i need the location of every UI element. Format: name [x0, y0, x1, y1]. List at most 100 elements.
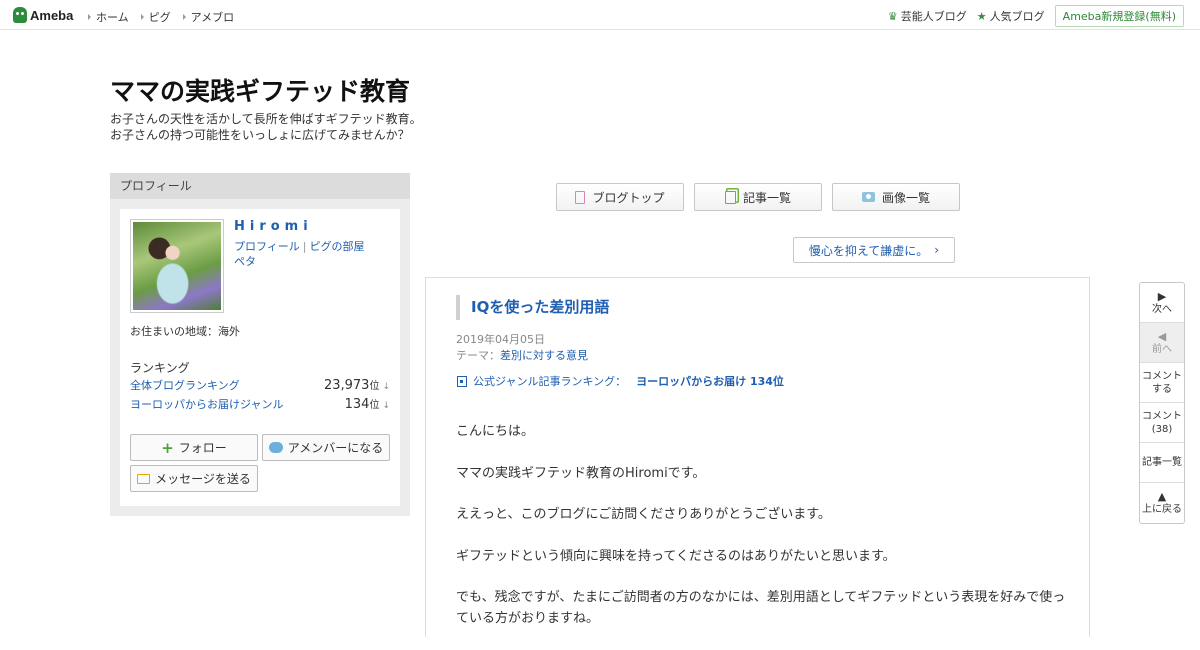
- comment-button[interactable]: コメント する: [1140, 363, 1184, 403]
- theme-link[interactable]: 差別に対する意見: [500, 349, 588, 362]
- ranking-row-overall: 全体ブログランキング 23,973位 ↓: [130, 377, 390, 393]
- profile-link[interactable]: プロフィール: [234, 240, 300, 253]
- crown-icon: ♛: [887, 9, 898, 23]
- ranking-unit: 位: [369, 381, 380, 392]
- back-to-top-button[interactable]: ▲ 上に戻る: [1140, 483, 1184, 523]
- prev-button: ◀ 前へ: [1140, 323, 1184, 363]
- ranking-heading: ランキング: [130, 361, 190, 375]
- ameba-logo[interactable]: Ameba: [13, 6, 73, 24]
- blog-top-button[interactable]: ブログトップ: [556, 183, 684, 211]
- plus-icon: +: [161, 438, 174, 457]
- entry-list-button[interactable]: 記事一覧: [694, 183, 822, 211]
- theme-label: テーマ：: [456, 349, 500, 362]
- copy-list-icon: [724, 190, 736, 204]
- star-icon: ★: [976, 9, 987, 23]
- send-message-button[interactable]: メッセージを送る: [130, 465, 258, 492]
- profile-links: プロフィール | ピグの部屋 ペタ: [234, 239, 394, 269]
- nav-ameblo-label: アメブロ: [190, 11, 235, 24]
- genre-ranking-value: ヨーロッパからお届け 134位: [636, 375, 784, 388]
- document-icon: [575, 190, 586, 204]
- popular-blog-label: 人気ブログ: [989, 10, 1045, 23]
- paragraph: ママの実践ギフテッド教育のHiromiです。: [456, 465, 706, 481]
- previous-entry-link[interactable]: 慢心を抑えて謙虚に。 ›: [793, 237, 955, 263]
- prev-label: 前へ: [1152, 343, 1172, 355]
- genre-ranking-link[interactable]: 公式ジャンル記事ランキング： ヨーロッパからお届け 134位: [457, 373, 784, 389]
- image-list-label: 画像一覧: [881, 190, 930, 205]
- blog-description: お子さんの天性を活かして長所を伸ばすギフテッド教育。 お子さんの持つ可能性をいっ…: [110, 111, 422, 143]
- down-arrow-icon: ↓: [382, 401, 390, 411]
- back-to-top-label: 上に戻る: [1142, 504, 1182, 515]
- top-nav: ホーム ピグ アメブロ: [88, 9, 234, 25]
- comments-count: (38): [1151, 423, 1173, 435]
- avatar-image: [133, 222, 221, 310]
- follow-label: フォロー: [178, 441, 227, 455]
- paragraph: ギフテッドという傾向に興味を持ってくださるのはありがたいと思います。: [456, 548, 896, 564]
- entry-list-label: 記事一覧: [742, 190, 791, 205]
- popular-blog-link[interactable]: ★ 人気ブログ: [977, 8, 1045, 24]
- ranking-icon: [457, 375, 467, 387]
- triangle-icon: [140, 14, 144, 20]
- mail-icon: [137, 473, 151, 484]
- nav-pigg-label: ピグ: [148, 11, 171, 24]
- nav-ameblo-link[interactable]: アメブロ: [182, 9, 235, 25]
- nav-home-label: ホーム: [96, 11, 129, 24]
- follow-button[interactable]: + フォロー: [130, 434, 258, 461]
- send-message-label: メッセージを送る: [155, 472, 251, 486]
- ranking-label-genre[interactable]: ヨーロッパからお届けジャンル: [130, 396, 283, 412]
- amember-label: アメンバーになる: [287, 441, 384, 455]
- profile-heading: プロフィール: [110, 173, 410, 199]
- blog-description-line1: お子さんの天性を活かして長所を伸ばすギフテッド教育。: [110, 112, 422, 126]
- register-button[interactable]: Ameba新規登録(無料): [1054, 5, 1184, 27]
- residence-text: お住まいの地域：海外: [130, 325, 240, 338]
- profile-name[interactable]: Hiromi: [234, 219, 313, 234]
- genre-ranking-label: 公式ジャンル記事ランキング：: [473, 375, 627, 388]
- next-button[interactable]: ▶ 次へ: [1140, 283, 1184, 323]
- top-right-links: ♛ 芸能人ブログ ★ 人気ブログ Ameba新規登録(無料): [888, 5, 1184, 27]
- celebrity-blog-link[interactable]: ♛ 芸能人ブログ: [888, 8, 967, 24]
- play-left-icon: ◀: [1157, 329, 1167, 343]
- paragraph: でも、残念ですが、たまにご訪問者の方のなかには、差別用語としてギフテッドという表…: [456, 590, 1066, 626]
- nav-home-link[interactable]: ホーム: [88, 9, 129, 25]
- triangle-icon: [88, 14, 91, 20]
- comments-count-button[interactable]: コメント (38): [1140, 403, 1184, 443]
- previous-entry-label: 慢心を抑えて謙虚に。: [808, 243, 929, 258]
- triangle-up-icon: ▲: [1157, 490, 1167, 503]
- blog-description-line2: お子さんの持つ可能性をいっしょに広げてみませんか？: [110, 128, 410, 142]
- blog-title[interactable]: ママの実践ギフテッド教育: [110, 72, 410, 108]
- amember-button[interactable]: アメンバーになる: [262, 434, 390, 461]
- ameba-logo-icon: [13, 7, 27, 23]
- profile-card: Hiromi プロフィール | ピグの部屋 ペタ お住まいの地域：海外 ランキング …: [120, 209, 400, 506]
- comments-label-line1: コメント: [1142, 410, 1182, 422]
- pigg-room-link[interactable]: ピグの部屋: [310, 240, 365, 253]
- avatar[interactable]: [130, 219, 224, 313]
- article: IQを使った差別用語 2019年04月05日 テーマ：差別に対する意見 公式ジャ…: [425, 277, 1090, 637]
- image-list-button[interactable]: 画像一覧: [832, 183, 960, 211]
- celebrity-blog-label: 芸能人ブログ: [900, 10, 967, 23]
- link-separator: |: [302, 240, 307, 253]
- entry-title[interactable]: IQを使った差別用語: [456, 295, 609, 320]
- entry-theme: テーマ：差別に対する意見: [456, 347, 588, 363]
- comment-label-line1: コメント: [1142, 370, 1182, 382]
- next-label: 次へ: [1152, 303, 1172, 315]
- ranking-label-overall[interactable]: 全体ブログランキング: [130, 377, 240, 393]
- top-bar: Ameba ホーム ピグ アメブロ ♛ 芸能人ブログ ★ 人気ブログ Ameba新規…: [0, 0, 1200, 30]
- ranking-value-genre: 134位 ↓: [345, 396, 390, 412]
- peta-link[interactable]: ペタ: [234, 255, 256, 268]
- paragraph: こんにちは。: [456, 424, 535, 439]
- ranking-number: 23,973: [323, 378, 370, 393]
- ranking-row-genre: ヨーロッパからお届けジャンル 134位 ↓: [130, 396, 390, 412]
- speech-bubble-icon: [268, 442, 283, 453]
- nav-pigg-link[interactable]: ピグ: [140, 9, 171, 25]
- profile-panel: プロフィール Hiromi プロフィール | ピグの部屋 ペタ お住まいの地域：海外…: [110, 173, 410, 516]
- play-right-icon: ▶: [1157, 289, 1167, 303]
- blog-top-label: ブログトップ: [592, 190, 665, 205]
- side-entry-list-button[interactable]: 記事一覧: [1140, 443, 1184, 483]
- chevron-right-icon: ›: [934, 243, 940, 257]
- ranking-number: 134: [344, 397, 370, 412]
- camera-icon: [861, 192, 875, 202]
- side-toolbar: ▶ 次へ ◀ 前へ コメント する コメント (38) 記事一覧 ▲ 上に戻る: [1139, 282, 1185, 524]
- ranking-unit: 位: [369, 400, 380, 411]
- entry-date: 2019年04月05日: [456, 333, 545, 346]
- logo-text: Ameba: [30, 7, 74, 23]
- triangle-icon: [182, 14, 186, 20]
